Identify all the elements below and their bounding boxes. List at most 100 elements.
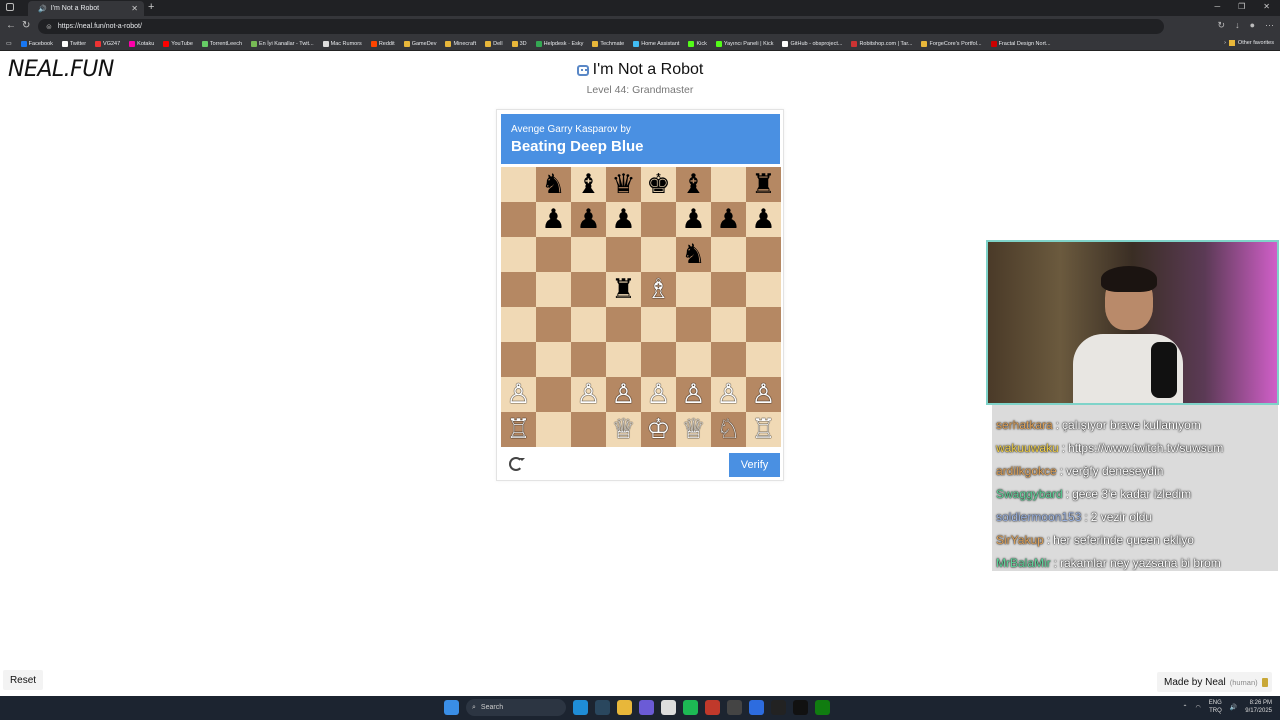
chess-piece-bk[interactable]: ♚ <box>646 171 670 198</box>
bookmark-item[interactable]: Kotaku <box>129 40 154 47</box>
bookmark-item[interactable]: 3D <box>511 40 527 47</box>
bookmark-item[interactable]: En İyi Kanallar - Twit... <box>251 40 314 47</box>
chess-piece-wb[interactable]: ♗ <box>646 276 670 303</box>
board-square[interactable] <box>711 237 746 272</box>
board-square[interactable]: ♚ <box>641 167 676 202</box>
board-square[interactable]: ♕ <box>606 412 641 447</box>
board-square[interactable] <box>641 202 676 237</box>
bookmark-item[interactable]: Robitshop.com | Tar... <box>851 40 912 47</box>
bookmark-item[interactable]: Mac Rumors <box>322 40 362 47</box>
browser-tab[interactable]: 🔊 I'm Not a Robot ✕ <box>28 1 144 16</box>
board-square[interactable] <box>641 307 676 342</box>
board-square[interactable]: ♖ <box>746 412 781 447</box>
board-square[interactable] <box>746 342 781 377</box>
chess-piece-wp[interactable]: ♙ <box>506 381 530 408</box>
chess-piece-bp[interactable]: ♟ <box>611 206 635 233</box>
close-window-icon[interactable]: ✕ <box>1263 2 1270 11</box>
clock[interactable]: 8:26 PM 9/17/2025 <box>1245 699 1272 715</box>
bookmark-item[interactable]: Techmate <box>592 40 624 47</box>
board-square[interactable] <box>676 342 711 377</box>
board-square[interactable]: ♙ <box>571 377 606 412</box>
minimize-icon[interactable]: ─ <box>1214 2 1220 11</box>
board-square[interactable] <box>501 237 536 272</box>
bookmark-item[interactable]: Twitter <box>61 40 86 47</box>
language-indicator[interactable]: ENG TRQ <box>1209 699 1222 715</box>
chess-piece-wp[interactable]: ♙ <box>646 381 670 408</box>
board-square[interactable] <box>571 412 606 447</box>
board-square[interactable]: ♟ <box>606 202 641 237</box>
chess-piece-bp[interactable]: ♟ <box>681 206 705 233</box>
bookmark-item[interactable]: GitHub - obsproject... <box>782 40 842 47</box>
chess-piece-wp[interactable]: ♙ <box>751 381 775 408</box>
chess-piece-wn[interactable]: ♘ <box>716 416 740 443</box>
chess-piece-bb[interactable]: ♝ <box>681 171 705 198</box>
board-square[interactable]: ♝ <box>676 167 711 202</box>
board-square[interactable]: ♙ <box>641 377 676 412</box>
bookmark-item[interactable]: Facebook <box>20 40 53 47</box>
board-square[interactable] <box>536 237 571 272</box>
bookmark-item[interactable]: Kick <box>688 40 707 47</box>
bookmark-item[interactable]: YouTube <box>163 40 193 47</box>
chess-piece-wq[interactable]: ♕ <box>611 416 635 443</box>
app3-icon[interactable] <box>771 700 786 715</box>
chess-piece-wp[interactable]: ♙ <box>576 381 600 408</box>
edge-icon[interactable] <box>573 700 588 715</box>
board-square[interactable] <box>536 307 571 342</box>
bookmark-item[interactable]: Reddit <box>370 40 395 47</box>
chess-piece-wp[interactable]: ♙ <box>611 381 635 408</box>
bookmark-apps-icon[interactable]: ▭ <box>6 40 12 47</box>
board-square[interactable] <box>711 167 746 202</box>
other-favorites[interactable]: › Other favorites <box>1224 40 1274 46</box>
app4-icon[interactable] <box>793 700 808 715</box>
board-square[interactable] <box>571 307 606 342</box>
board-square[interactable]: ♗ <box>641 272 676 307</box>
chess-piece-wr[interactable]: ♖ <box>751 416 775 443</box>
reset-button[interactable]: Reset <box>3 670 43 690</box>
board-square[interactable] <box>606 307 641 342</box>
bookmark-item[interactable]: Fractal Design Nort... <box>990 40 1051 47</box>
taskbar-search[interactable]: ⌕ Search <box>466 699 566 716</box>
chess-piece-wr[interactable]: ♖ <box>506 416 530 443</box>
board-square[interactable]: ♙ <box>746 377 781 412</box>
board-square[interactable]: ♟ <box>536 202 571 237</box>
davinci-icon[interactable] <box>705 700 720 715</box>
chess-piece-br[interactable]: ♜ <box>751 171 775 198</box>
bookmark-item[interactable]: Dell <box>485 40 503 47</box>
board-square[interactable]: ♕ <box>676 412 711 447</box>
board-square[interactable] <box>711 307 746 342</box>
board-square[interactable]: ♔ <box>641 412 676 447</box>
made-by-badge[interactable]: Made by Neal (human) <box>1157 672 1272 692</box>
chess-piece-bn[interactable]: ♞ <box>681 241 705 268</box>
bookmark-item[interactable]: Home Assistant <box>633 40 679 47</box>
board-square[interactable]: ♜ <box>746 167 781 202</box>
board-square[interactable] <box>606 237 641 272</box>
board-square[interactable]: ♙ <box>711 377 746 412</box>
new-tab-button[interactable]: + <box>148 1 154 13</box>
board-square[interactable] <box>501 167 536 202</box>
board-square[interactable]: ♖ <box>501 412 536 447</box>
chess-piece-bp[interactable]: ♟ <box>751 206 775 233</box>
board-square[interactable]: ♝ <box>571 167 606 202</box>
volume-icon[interactable]: 🔊 <box>1230 704 1237 711</box>
chess-piece-wp[interactable]: ♙ <box>716 381 740 408</box>
chess-piece-wk[interactable]: ♔ <box>646 416 670 443</box>
board-square[interactable] <box>571 237 606 272</box>
board-square[interactable]: ♙ <box>676 377 711 412</box>
board-square[interactable] <box>536 377 571 412</box>
app2-icon[interactable] <box>749 700 764 715</box>
board-square[interactable] <box>711 272 746 307</box>
bookmark-item[interactable]: Helpdesk · Esky <box>535 40 583 47</box>
board-square[interactable]: ♟ <box>746 202 781 237</box>
board-square[interactable] <box>501 307 536 342</box>
board-square[interactable] <box>501 272 536 307</box>
chess-piece-bq[interactable]: ♛ <box>611 171 635 198</box>
board-square[interactable] <box>641 342 676 377</box>
app-icon[interactable] <box>639 700 654 715</box>
board-square[interactable] <box>501 202 536 237</box>
bookmark-item[interactable]: VG247 <box>95 40 120 47</box>
profile-icon[interactable]: ● <box>1250 20 1255 31</box>
spotify-icon[interactable] <box>683 700 698 715</box>
chess-piece-br[interactable]: ♜ <box>611 276 635 303</box>
board-square[interactable]: ♟ <box>571 202 606 237</box>
board-square[interactable] <box>676 307 711 342</box>
